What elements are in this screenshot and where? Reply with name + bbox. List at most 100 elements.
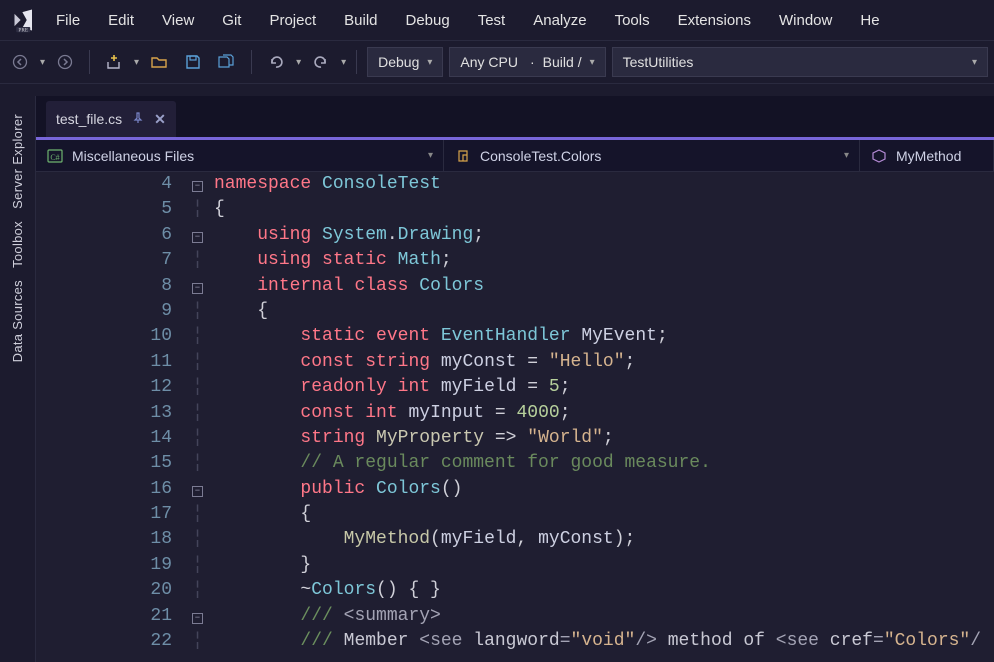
fold-toggle: ¦ bbox=[184, 578, 211, 603]
fold-toggle[interactable]: − bbox=[184, 172, 211, 197]
redo-button[interactable] bbox=[307, 48, 335, 76]
nav-scope-value: Miscellaneous Files bbox=[72, 148, 194, 164]
nav-member-select[interactable]: MyMethod bbox=[860, 140, 994, 171]
menu-window[interactable]: Window bbox=[765, 6, 846, 35]
code-line[interactable]: { bbox=[214, 197, 994, 222]
code-line[interactable]: using static Math; bbox=[214, 248, 994, 273]
outlining-margin[interactable]: −¦−¦−¦¦¦¦¦¦¦−¦¦¦¦−¦ bbox=[184, 172, 212, 662]
fold-toggle: ¦ bbox=[184, 451, 211, 476]
fold-toggle[interactable]: − bbox=[184, 223, 211, 248]
code-line[interactable]: static event EventHandler MyEvent; bbox=[214, 324, 994, 349]
code-line[interactable]: internal class Colors bbox=[214, 274, 994, 299]
line-number: 11 bbox=[36, 350, 172, 375]
svg-text:PRE: PRE bbox=[18, 27, 28, 33]
menu-debug[interactable]: Debug bbox=[392, 6, 464, 35]
line-number: 16 bbox=[36, 477, 172, 502]
dock-tab-toolbox[interactable]: Toolbox bbox=[10, 215, 25, 274]
menu-he[interactable]: He bbox=[846, 6, 893, 35]
code-line[interactable]: { bbox=[214, 502, 994, 527]
menu-file[interactable]: File bbox=[42, 6, 94, 35]
fold-toggle: ¦ bbox=[184, 197, 211, 222]
line-number-gutter: 45678910111213141516171819202122 bbox=[36, 172, 184, 662]
dock-tab-data-sources[interactable]: Data Sources bbox=[10, 274, 25, 368]
pin-icon[interactable] bbox=[132, 111, 144, 127]
menu-test[interactable]: Test bbox=[464, 6, 520, 35]
code-line[interactable]: string MyProperty => "World"; bbox=[214, 426, 994, 451]
close-tab-button[interactable]: ✕ bbox=[154, 111, 166, 128]
dock-tab-server-explorer[interactable]: Server Explorer bbox=[10, 108, 25, 215]
document-tab-filename: test_file.cs bbox=[56, 111, 122, 127]
nav-fwd-button[interactable] bbox=[51, 48, 79, 76]
code-line[interactable]: /// <summary> bbox=[214, 604, 994, 629]
chevron-down-icon: ▾ bbox=[428, 150, 433, 161]
class-icon bbox=[454, 147, 472, 165]
menu-project[interactable]: Project bbox=[255, 6, 330, 35]
svg-text:C#: C# bbox=[50, 153, 59, 162]
main-toolbar: ▾ ▾ ▾ ▾ Debug▾ Any CPU · Build / ▾ TestU… bbox=[0, 40, 994, 84]
menu-view[interactable]: View bbox=[148, 6, 208, 35]
chevron-down-icon: ▾ bbox=[427, 57, 432, 68]
redo-split-icon[interactable]: ▾ bbox=[341, 57, 346, 68]
fold-toggle: ¦ bbox=[184, 553, 211, 578]
line-number: 7 bbox=[36, 248, 172, 273]
chevron-down-icon: ▾ bbox=[844, 150, 849, 161]
nav-type-select[interactable]: ConsoleTest.Colors ▾ bbox=[444, 140, 860, 171]
code-line[interactable]: using System.Drawing; bbox=[214, 223, 994, 248]
menu-build[interactable]: Build bbox=[330, 6, 391, 35]
nav-back-split-icon[interactable]: ▾ bbox=[40, 57, 45, 68]
line-number: 20 bbox=[36, 578, 172, 603]
solution-config-select[interactable]: Debug▾ bbox=[367, 47, 443, 77]
fold-toggle: ¦ bbox=[184, 248, 211, 273]
menu-tools[interactable]: Tools bbox=[601, 6, 664, 35]
startup-project-value: TestUtilities bbox=[623, 54, 694, 70]
fold-toggle[interactable]: − bbox=[184, 274, 211, 299]
menu-edit[interactable]: Edit bbox=[94, 6, 148, 35]
solution-platform-select[interactable]: Any CPU · Build / ▾ bbox=[449, 47, 605, 77]
fold-toggle: ¦ bbox=[184, 527, 211, 552]
left-dock-well: Server ExplorerToolboxData Sources bbox=[0, 96, 36, 662]
fold-toggle[interactable]: − bbox=[184, 477, 211, 502]
solution-action-value: Build / bbox=[543, 54, 582, 70]
csharp-file-icon: C# bbox=[46, 147, 64, 165]
line-number: 18 bbox=[36, 527, 172, 552]
line-number: 19 bbox=[36, 553, 172, 578]
line-number: 12 bbox=[36, 375, 172, 400]
nav-scope-select[interactable]: C# Miscellaneous Files ▾ bbox=[36, 140, 444, 171]
code-line[interactable]: /// Member <see langword="void"/> method… bbox=[214, 629, 994, 654]
menu-git[interactable]: Git bbox=[208, 6, 255, 35]
undo-button[interactable] bbox=[262, 48, 290, 76]
line-number: 6 bbox=[36, 223, 172, 248]
nav-back-button[interactable] bbox=[6, 48, 34, 76]
code-text-area[interactable]: namespace ConsoleTest{ using System.Draw… bbox=[212, 172, 994, 662]
code-line[interactable]: ~Colors() { } bbox=[214, 578, 994, 603]
line-number: 14 bbox=[36, 426, 172, 451]
line-number: 15 bbox=[36, 451, 172, 476]
startup-project-select[interactable]: TestUtilities▾ bbox=[612, 47, 988, 77]
code-line[interactable]: // A regular comment for good measure. bbox=[214, 451, 994, 476]
code-line[interactable]: const string myConst = "Hello"; bbox=[214, 350, 994, 375]
new-project-split-icon[interactable]: ▾ bbox=[134, 57, 139, 68]
code-line[interactable]: const int myInput = 4000; bbox=[214, 401, 994, 426]
code-line[interactable]: readonly int myField = 5; bbox=[214, 375, 994, 400]
save-all-button[interactable] bbox=[213, 48, 241, 76]
line-number: 5 bbox=[36, 197, 172, 222]
open-file-button[interactable] bbox=[145, 48, 173, 76]
solution-platform-value: Any CPU bbox=[460, 54, 518, 70]
document-tab[interactable]: test_file.cs ✕ bbox=[46, 101, 176, 137]
code-line[interactable]: MyMethod(myField, myConst); bbox=[214, 527, 994, 552]
document-tab-well: test_file.cs ✕ bbox=[36, 96, 994, 140]
code-line[interactable]: public Colors() bbox=[214, 477, 994, 502]
code-editor[interactable]: 45678910111213141516171819202122 −¦−¦−¦¦… bbox=[36, 172, 994, 662]
save-button[interactable] bbox=[179, 48, 207, 76]
new-project-button[interactable] bbox=[100, 48, 128, 76]
nav-type-value: ConsoleTest.Colors bbox=[480, 148, 601, 164]
undo-split-icon[interactable]: ▾ bbox=[296, 57, 301, 68]
fold-toggle[interactable]: − bbox=[184, 604, 211, 629]
code-line[interactable]: } bbox=[214, 553, 994, 578]
code-line[interactable]: namespace ConsoleTest bbox=[214, 172, 994, 197]
menu-extensions[interactable]: Extensions bbox=[664, 6, 765, 35]
line-number: 22 bbox=[36, 629, 172, 654]
fold-toggle: ¦ bbox=[184, 426, 211, 451]
code-line[interactable]: { bbox=[214, 299, 994, 324]
menu-analyze[interactable]: Analyze bbox=[519, 6, 600, 35]
